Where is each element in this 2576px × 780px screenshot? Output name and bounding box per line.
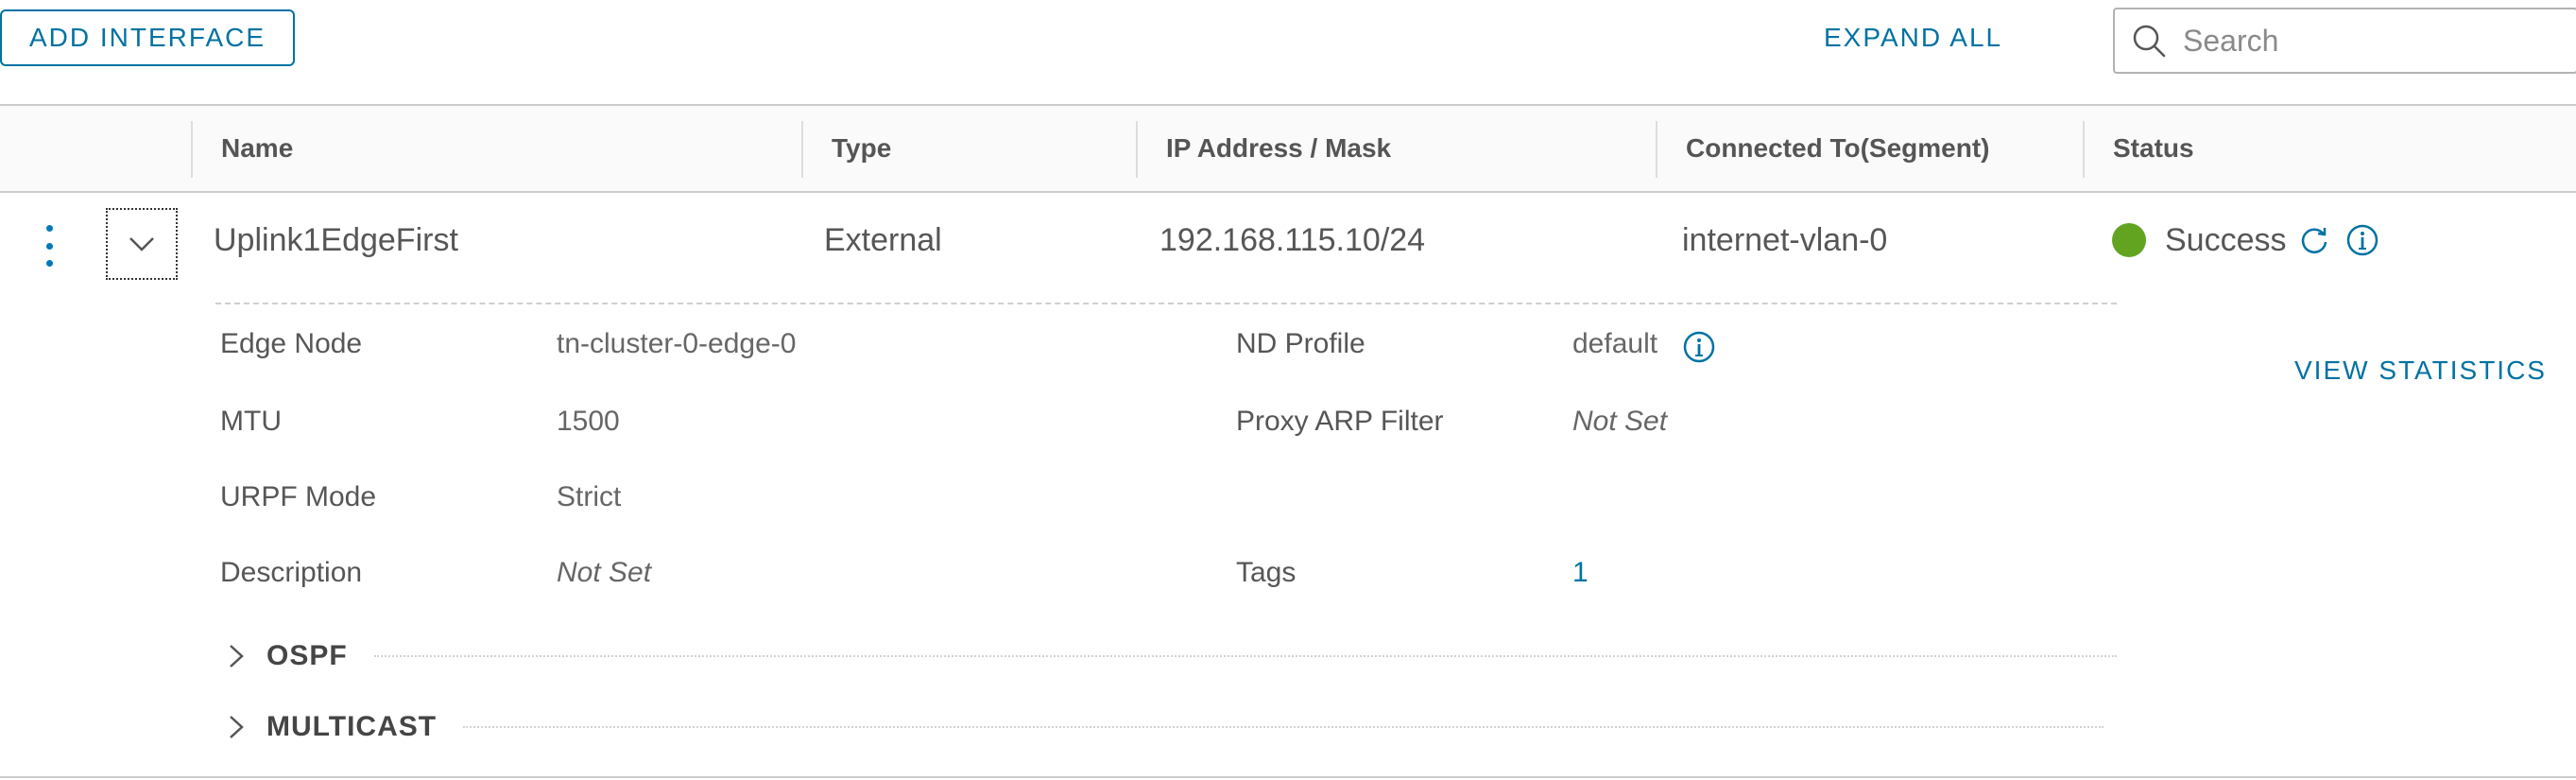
search-box[interactable]	[2113, 8, 2576, 74]
tags-count-link[interactable]: 1	[1572, 557, 1589, 589]
detail-value-nd-profile: default	[1572, 328, 1658, 359]
grid-header: Name Type IP Address / Mask Connected To…	[0, 106, 2576, 193]
row-expander-button[interactable]	[106, 208, 178, 280]
view-statistics-button[interactable]: VIEW STATISTICS	[2294, 355, 2547, 386]
status-text: Success	[2165, 221, 2287, 258]
row-type: External	[824, 221, 942, 258]
row-status: Success	[2112, 193, 2379, 287]
add-interface-button[interactable]: ADD INTERFACE	[0, 9, 295, 66]
section-title-multicast[interactable]: MULTICAST	[266, 711, 437, 743]
detail-value-edge-node: tn-cluster-0-edge-0	[557, 328, 797, 359]
info-icon[interactable]	[1682, 330, 1716, 364]
refresh-icon[interactable]	[2298, 224, 2330, 256]
column-header-type[interactable]: Type	[801, 106, 1136, 191]
detail-label-description: Description	[220, 557, 363, 588]
row-name: Uplink1EdgeFirst	[214, 221, 458, 258]
search-input[interactable]	[2181, 22, 2563, 60]
column-header-ip-address[interactable]: IP Address / Mask	[1136, 106, 1656, 191]
detail-label-nd-profile: ND Profile	[1236, 328, 1365, 359]
column-header-connected-to[interactable]: Connected To(Segment)	[1656, 106, 2083, 191]
row-divider	[215, 303, 2117, 304]
expand-all-button[interactable]: EXPAND ALL	[1824, 15, 2002, 61]
row-segment: internet-vlan-0	[1682, 221, 1888, 258]
search-icon	[2130, 22, 2168, 60]
detail-label-edge-node: Edge Node	[220, 328, 363, 359]
section-title-ospf[interactable]: OSPF	[266, 640, 348, 672]
column-header-name[interactable]: Name	[191, 106, 801, 191]
interfaces-grid: Name Type IP Address / Mask Connected To…	[0, 104, 2576, 778]
detail-value-description: Not Set	[557, 557, 652, 588]
detail-label-mtu: MTU	[220, 406, 282, 437]
chevron-down-icon	[129, 237, 154, 251]
row-ip-address: 192.168.115.10/24	[1159, 221, 1426, 258]
detail-value-urpf-mode: Strict	[557, 481, 622, 512]
kebab-menu-icon[interactable]	[38, 225, 60, 267]
section-multicast[interactable]: MULTICAST	[219, 703, 2104, 751]
table-row: Uplink1EdgeFirst External 192.168.115.10…	[0, 193, 2576, 297]
column-header-status[interactable]: Status	[2083, 106, 2555, 191]
section-ospf[interactable]: OSPF	[219, 633, 2117, 680]
detail-label-urpf-mode: URPF Mode	[220, 481, 377, 512]
detail-label-proxy-arp-filter: Proxy ARP Filter	[1236, 406, 1444, 437]
info-icon[interactable]	[2345, 223, 2379, 257]
detail-label-tags: Tags	[1236, 557, 1297, 588]
status-dot	[2112, 223, 2146, 257]
section-divider	[373, 655, 2117, 657]
detail-value-mtu: 1500	[557, 406, 620, 437]
chevron-right-icon[interactable]	[219, 711, 251, 743]
detail-value-proxy-arp-filter: Not Set	[1572, 406, 1668, 437]
section-divider	[463, 726, 2104, 728]
chevron-right-icon[interactable]	[219, 640, 251, 672]
